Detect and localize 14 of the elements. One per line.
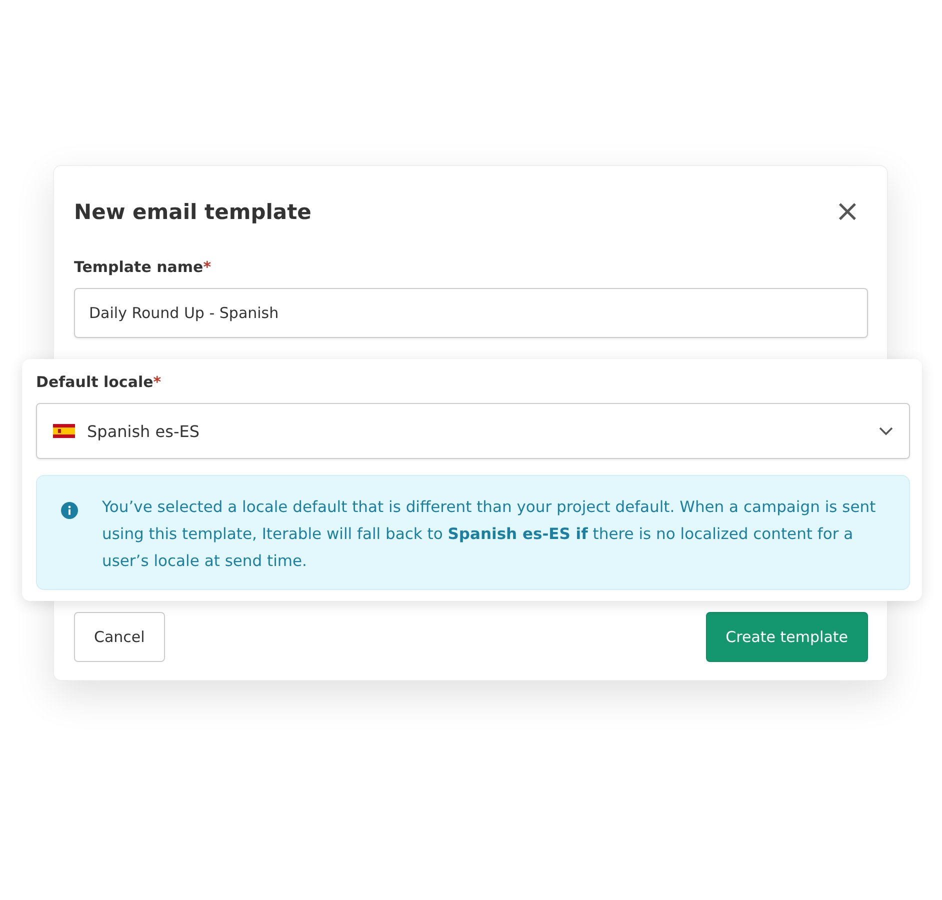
chevron-down-icon bbox=[879, 426, 893, 436]
info-icon bbox=[61, 502, 78, 519]
locale-dropdown[interactable]: Spanish es-ES bbox=[36, 403, 910, 459]
field-label: Default locale bbox=[36, 373, 154, 391]
create-button[interactable]: Create template bbox=[706, 612, 868, 662]
dialog-title: New email template bbox=[74, 200, 312, 224]
required-mark: * bbox=[203, 258, 212, 276]
field-label: Template name bbox=[74, 258, 204, 276]
template-name-field[interactable]: Daily Round Up - Spanish bbox=[74, 288, 868, 338]
required-mark: * bbox=[153, 373, 162, 391]
info-message: You’ve selected a locale default that is different than your project default. When a campaign is sent using this template, Iterable will fall back to Spanish es-ES if there is no localized content for a user’s locale at send time. bbox=[102, 497, 877, 572]
flag-icon bbox=[53, 424, 75, 438]
cancel-button[interactable]: Cancel bbox=[74, 612, 165, 662]
close-button[interactable]: × bbox=[826, 197, 868, 227]
